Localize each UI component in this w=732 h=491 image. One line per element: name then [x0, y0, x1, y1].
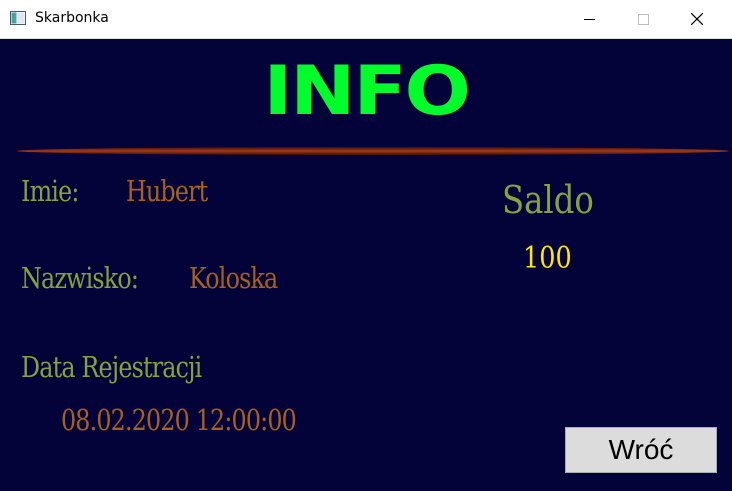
app-window: Skarbonka INFO Imie: Hubert Nazwisko: Ko… [0, 0, 732, 491]
registration-date-value: 08.02.2020 12:00:00 [61, 403, 297, 437]
maximize-button[interactable] [620, 0, 666, 38]
close-button[interactable] [674, 0, 720, 38]
window-title: Skarbonka [35, 10, 109, 26]
header-divider [17, 147, 729, 155]
balance-value: 100 [523, 241, 572, 276]
balance-label: Saldo [502, 178, 594, 222]
registration-date-label: Data Rejestracji [21, 350, 202, 384]
last-name-value: Koloska [189, 261, 278, 295]
last-name-label: Nazwisko: [21, 261, 139, 295]
first-name-label: Imie: [21, 174, 79, 208]
first-name-value: Hubert [126, 174, 208, 208]
back-button[interactable]: Wróć [565, 427, 717, 473]
close-icon [691, 13, 703, 25]
title-bar[interactable]: Skarbonka [0, 0, 732, 39]
page-title: INFO [263, 52, 471, 131]
minimize-button[interactable] [566, 0, 612, 38]
minimize-icon [583, 18, 595, 20]
maximize-icon [637, 13, 649, 25]
app-window-icon [10, 11, 26, 25]
content-area: INFO Imie: Hubert Nazwisko: Koloska Data… [0, 38, 732, 491]
